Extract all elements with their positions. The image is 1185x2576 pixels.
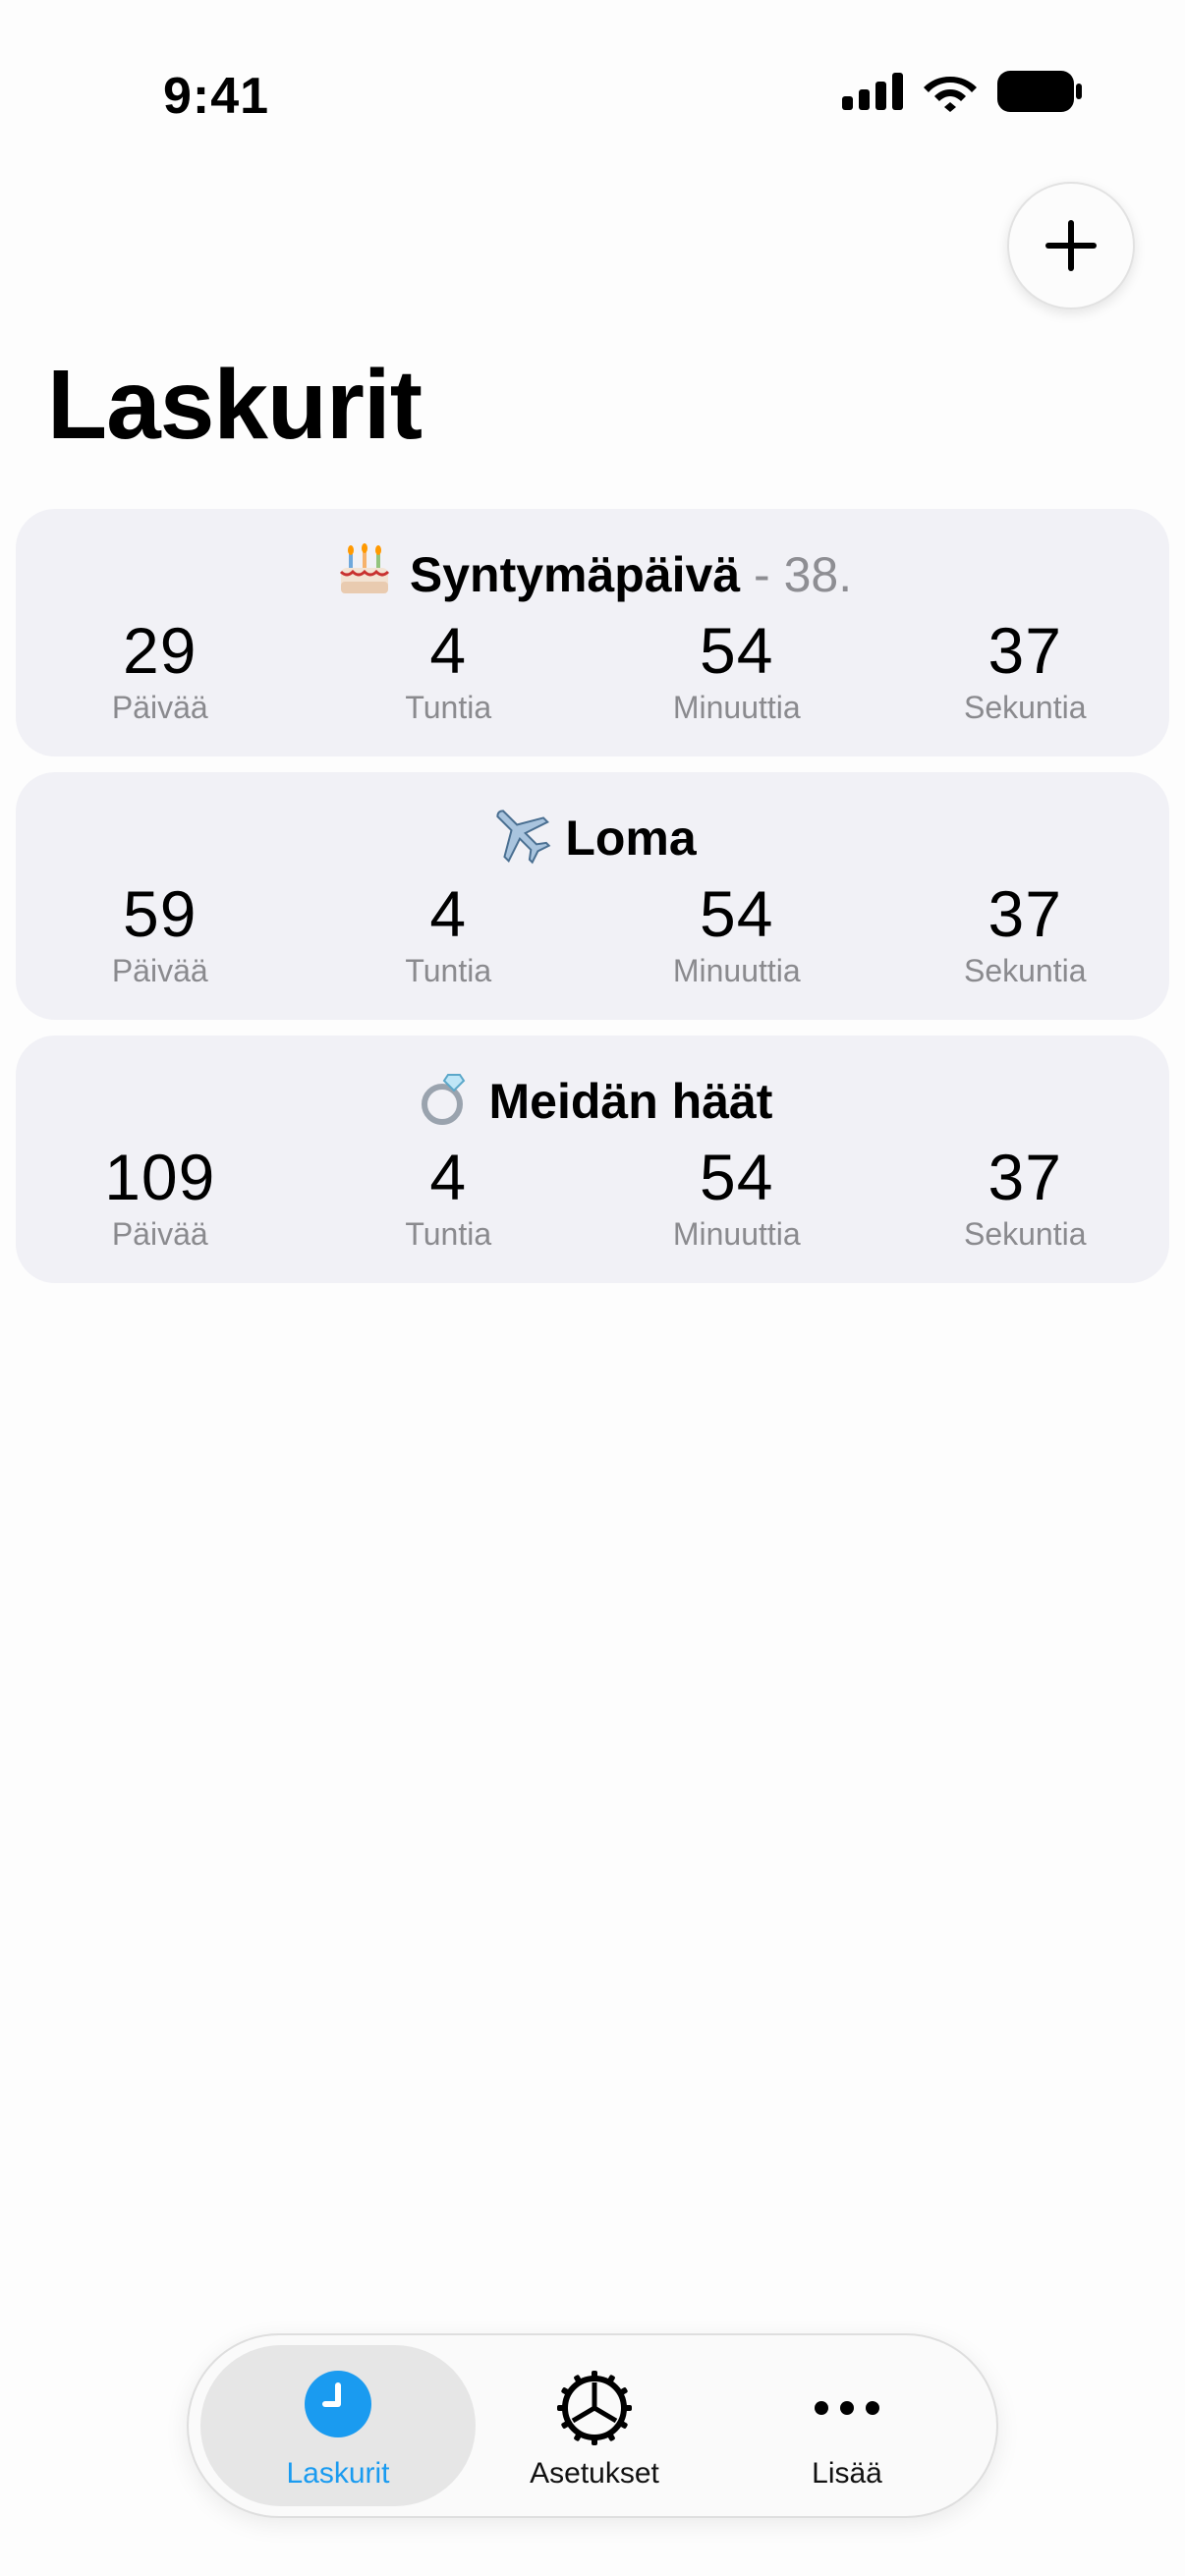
status-icons — [842, 71, 1082, 112]
battery-icon — [997, 71, 1082, 112]
days-label: Päivää — [111, 690, 208, 725]
unit-seconds: 37 Sekuntia — [881, 878, 1170, 990]
cellular-signal-icon — [842, 73, 903, 110]
counter-card-header: Syntymäpäivä - 38. — [16, 538, 1169, 603]
hours-label: Tuntia — [405, 953, 492, 988]
birthday-cake-icon — [339, 543, 389, 593]
minutes-label: Minuuttia — [672, 953, 801, 988]
unit-days: 29 Päivää — [16, 615, 305, 727]
counter-card-header: Loma — [16, 802, 1169, 867]
seconds-value: 37 — [988, 614, 1062, 687]
unit-minutes: 54 Minuuttia — [592, 878, 881, 990]
unit-days: 59 Päivää — [16, 878, 305, 990]
airplane-icon — [496, 810, 551, 865]
counter-list: Syntymäpäivä - 38. 29 Päivää 4 Tuntia 54… — [16, 509, 1169, 1299]
gear-icon — [557, 2371, 632, 2445]
minutes-value: 54 — [700, 614, 774, 687]
counter-age-suffix: - 38. — [740, 547, 853, 602]
seconds-label: Sekuntia — [963, 1216, 1087, 1252]
days-value: 109 — [104, 1141, 216, 1213]
wifi-icon — [924, 77, 977, 112]
counter-title: Loma — [565, 811, 697, 866]
tab-bar: Laskurit Asetukset Lisää — [187, 2333, 998, 2518]
more-icon — [815, 2401, 879, 2415]
unit-hours: 4 Tuntia — [305, 1142, 593, 1254]
tab-asetukset[interactable]: Asetukset — [457, 2345, 732, 2506]
add-counter-button[interactable] — [1007, 182, 1135, 309]
counter-title: Meidän häät — [488, 1074, 773, 1129]
counter-card-vacation[interactable]: Loma 59 Päivää 4 Tuntia 54 Minuuttia 37 … — [16, 772, 1169, 1020]
seconds-value: 37 — [988, 877, 1062, 950]
days-label: Päivää — [111, 1216, 208, 1252]
days-value: 29 — [123, 614, 198, 687]
unit-minutes: 54 Minuuttia — [592, 1142, 881, 1254]
minutes-value: 54 — [700, 877, 774, 950]
seconds-label: Sekuntia — [963, 690, 1087, 725]
minutes-value: 54 — [700, 1141, 774, 1213]
tab-lisaa[interactable]: Lisää — [709, 2345, 985, 2506]
countdown-units: 59 Päivää 4 Tuntia 54 Minuuttia 37 Sekun… — [16, 878, 1169, 990]
tab-label: Asetukset — [530, 2457, 659, 2490]
minutes-label: Minuuttia — [672, 1216, 801, 1252]
hours-label: Tuntia — [405, 690, 492, 725]
hours-value: 4 — [429, 877, 468, 950]
minutes-label: Minuuttia — [672, 690, 801, 725]
unit-seconds: 37 Sekuntia — [881, 1142, 1170, 1254]
clock-icon — [305, 2371, 371, 2437]
page-title: Laskurit — [47, 350, 423, 460]
seconds-value: 37 — [988, 1141, 1062, 1213]
counter-card-wedding[interactable]: Meidän häät 109 Päivää 4 Tuntia 54 Minuu… — [16, 1036, 1169, 1283]
status-time: 9:41 — [163, 68, 270, 125]
tab-laskurit[interactable]: Laskurit — [200, 2345, 476, 2506]
ring-icon — [421, 1074, 465, 1125]
days-value: 59 — [123, 877, 198, 950]
unit-minutes: 54 Minuuttia — [592, 615, 881, 727]
unit-hours: 4 Tuntia — [305, 878, 593, 990]
hours-value: 4 — [429, 1141, 468, 1213]
counter-card-header: Meidän häät — [16, 1065, 1169, 1130]
unit-days: 109 Päivää — [16, 1142, 305, 1254]
tab-label: Laskurit — [286, 2457, 390, 2490]
days-label: Päivää — [111, 953, 208, 988]
counter-card-birthday[interactable]: Syntymäpäivä - 38. 29 Päivää 4 Tuntia 54… — [16, 509, 1169, 756]
status-bar: 9:41 — [0, 0, 1185, 187]
hours-value: 4 — [429, 614, 468, 687]
tab-label: Lisää — [812, 2457, 882, 2490]
unit-seconds: 37 Sekuntia — [881, 615, 1170, 727]
countdown-units: 109 Päivää 4 Tuntia 54 Minuuttia 37 Seku… — [16, 1142, 1169, 1254]
unit-hours: 4 Tuntia — [305, 615, 593, 727]
countdown-units: 29 Päivää 4 Tuntia 54 Minuuttia 37 Sekun… — [16, 615, 1169, 727]
plus-icon — [1045, 220, 1097, 271]
counter-title: Syntymäpäivä — [409, 547, 741, 602]
seconds-label: Sekuntia — [963, 953, 1087, 988]
hours-label: Tuntia — [405, 1216, 492, 1252]
